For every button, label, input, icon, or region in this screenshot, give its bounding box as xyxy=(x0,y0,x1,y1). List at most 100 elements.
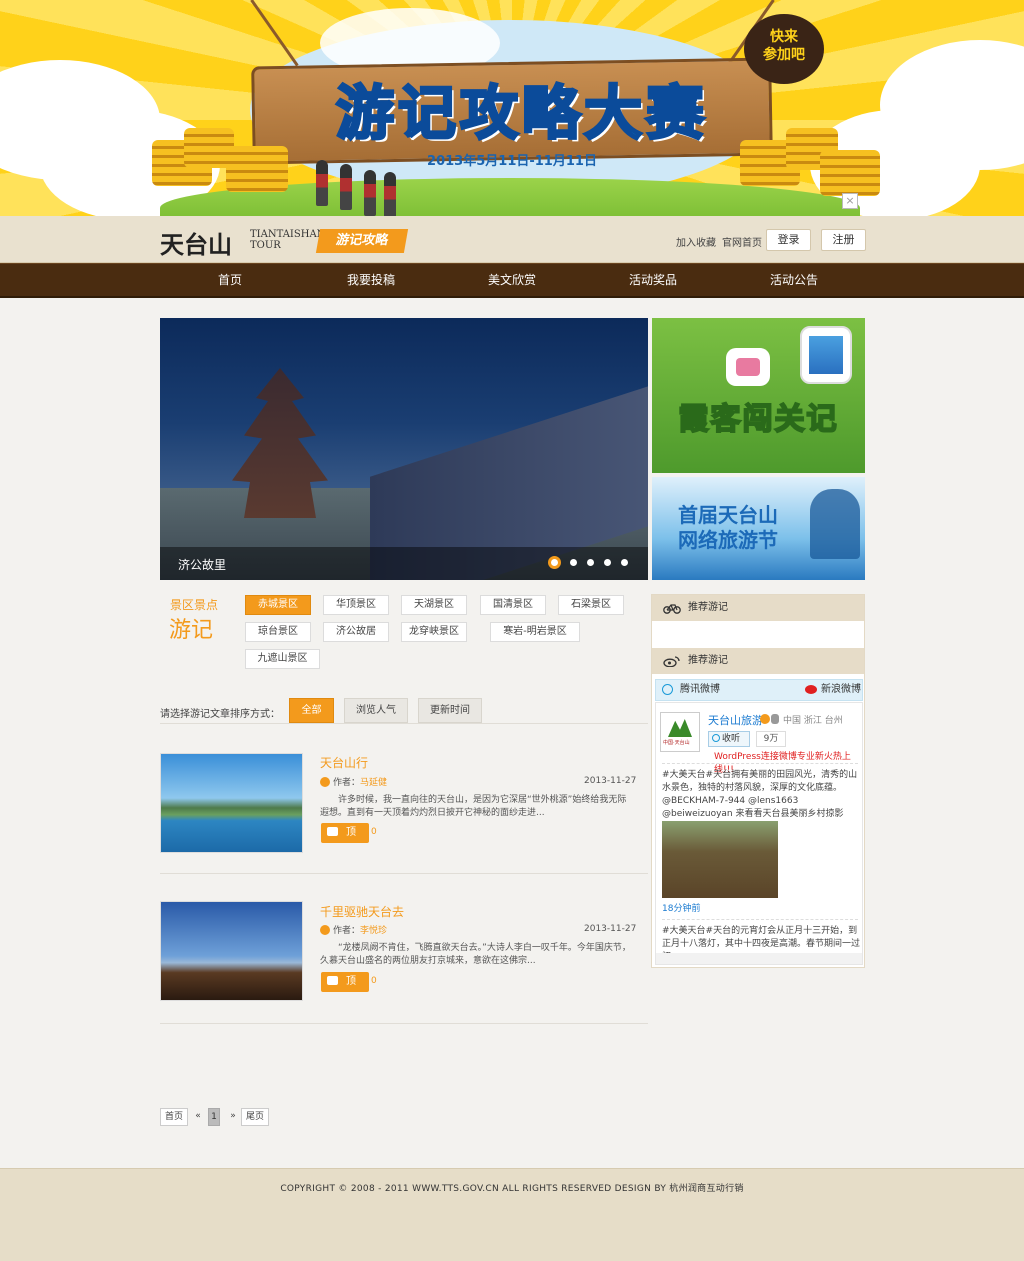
user-icon xyxy=(320,925,330,935)
tag-tianhu[interactable]: 天湖景区 xyxy=(401,595,467,615)
article-title[interactable]: 千里驱驰天台去 xyxy=(320,903,404,920)
page-last-button[interactable]: 尾页 xyxy=(241,1108,269,1126)
tab-tencent-weibo[interactable]: 腾讯微博 xyxy=(680,680,720,700)
image-slider[interactable]: 济公故里 xyxy=(160,318,648,580)
camera-icon xyxy=(726,348,770,386)
article-thumbnail[interactable] xyxy=(160,753,303,853)
bubble-line2: 参加吧 xyxy=(763,47,805,63)
follow-button[interactable]: 收听 xyxy=(708,731,750,747)
tag-chicheng[interactable]: 赤城景区 xyxy=(245,595,311,615)
slider-dot[interactable] xyxy=(587,559,594,566)
tag-guoqing[interactable]: 国清景区 xyxy=(480,595,546,615)
article-author[interactable]: 李悦珍 xyxy=(360,926,387,936)
promo-festival-banner[interactable]: 首届天台山 网络旅游节 xyxy=(652,477,865,580)
weibo-tabs: 腾讯微博 新浪微博 xyxy=(655,679,863,701)
slider-dot[interactable] xyxy=(570,559,577,566)
article-title[interactable]: 天台山行 xyxy=(320,754,368,771)
account-avatar[interactable]: 中国·天台山 xyxy=(660,712,700,752)
sidebar-head-label: 推荐游记 xyxy=(688,655,728,666)
article-author[interactable]: 马延健 xyxy=(360,778,387,788)
verified-badge-icon xyxy=(760,714,770,724)
contest-banner: 游记攻略大赛 2013年5月11日-11月11日 快来 参加吧 × xyxy=(0,0,1024,216)
author-label: 作者： xyxy=(333,926,361,936)
author-label: 作者： xyxy=(333,778,361,788)
slider-dot[interactable] xyxy=(621,559,628,566)
slider-caption: 济公故里 xyxy=(178,558,227,572)
register-button[interactable]: 注册 xyxy=(821,229,866,251)
page-prev-button[interactable]: « xyxy=(193,1108,203,1126)
thumbs-up-icon xyxy=(327,827,338,836)
sidebar-head-label: 推荐游记 xyxy=(688,602,728,613)
tag-shiliang[interactable]: 石梁景区 xyxy=(558,595,624,615)
scenic-label-small: 景区景点 xyxy=(170,598,219,612)
article-excerpt: “龙楼凤阙不肯住，飞腾直欲天台去。”大诗人李白一叹千年。今年国庆节，久慕天台山盛… xyxy=(320,943,631,966)
divider xyxy=(160,1023,648,1024)
tag-qiongtai[interactable]: 琼台景区 xyxy=(245,622,311,642)
sidebar-head-weibo: 推荐游记 xyxy=(652,648,864,674)
logo-en-line1: TIANTAISHAN xyxy=(250,229,326,240)
weibo-post-time[interactable]: 18分钟前 xyxy=(662,901,700,914)
slider-dot[interactable] xyxy=(604,559,611,566)
article-thumbnail[interactable] xyxy=(160,901,303,1001)
rope-left xyxy=(250,0,299,67)
tencent-weibo-icon xyxy=(662,684,673,695)
user-badge-icon xyxy=(771,714,779,724)
nav-item-home[interactable]: 首页 xyxy=(160,264,300,297)
feed-scroll-handle[interactable] xyxy=(656,953,862,964)
close-banner-button[interactable]: × xyxy=(842,193,858,209)
nav-item-articles[interactable]: 美文欣赏 xyxy=(442,264,582,297)
divider xyxy=(160,873,648,874)
tab-sina-weibo[interactable]: 新浪微博 xyxy=(821,680,861,700)
tag-hanyan[interactable]: 寒岩-明岩景区 xyxy=(490,622,580,642)
logo-english: TIANTAISHAN TOUR xyxy=(250,229,326,251)
weibo-feed[interactable]: 中国·天台山 天台山旅游 中国 浙江 台州 收听 9万 WordPress连接微… xyxy=(655,702,863,965)
sina-weibo-icon xyxy=(805,685,817,694)
bicycle-icon xyxy=(663,604,681,614)
site-footer: COPYRIGHT © 2008 - 2011 WWW.TTS.GOV.CN A… xyxy=(0,1168,1024,1261)
sort-popularity-button[interactable]: 浏览人气 xyxy=(344,698,408,723)
sort-all-button[interactable]: 全部 xyxy=(289,698,334,723)
hiker-silhouette xyxy=(810,489,860,559)
site-header: 天台山 TIANTAISHAN TOUR 游记攻略 加入收藏 官网首页 登录 注… xyxy=(0,216,1024,263)
like-label: 顶 xyxy=(346,976,356,987)
tag-longchuanxia[interactable]: 龙穿峡景区 xyxy=(401,622,467,642)
user-icon xyxy=(320,777,330,787)
divider xyxy=(160,723,648,724)
page-next-button[interactable]: » xyxy=(228,1108,238,1126)
account-name[interactable]: 天台山旅游 xyxy=(708,712,763,728)
article-excerpt: 许多时候，我一直向往的天台山，是因为它深居“世外桃源”始终给我无际遐想。直到有一… xyxy=(320,795,627,818)
slider-dot[interactable] xyxy=(548,556,561,569)
like-button[interactable]: 顶 xyxy=(321,972,369,992)
sidebar: 推荐游记 推荐游记 腾讯微博 新浪微博 中国·天台山 天台山旅游 中国 浙江 台… xyxy=(651,594,865,968)
article-date: 2013-11-27 xyxy=(584,924,637,934)
promo-game-banner[interactable]: 霞客闯关记 xyxy=(652,318,865,473)
page-first-button[interactable]: 首页 xyxy=(160,1108,188,1126)
sort-updated-button[interactable]: 更新时间 xyxy=(418,698,482,723)
tag-jigong[interactable]: 济公故居 xyxy=(323,622,389,642)
logo-chinese[interactable]: 天台山 xyxy=(160,225,232,260)
login-button[interactable]: 登录 xyxy=(766,229,811,251)
promo-game-title: 霞客闯关记 xyxy=(678,401,839,438)
hiker-figure xyxy=(384,172,396,216)
article-meta: 作者：李悦珍 xyxy=(320,923,387,936)
tablet-icon xyxy=(800,326,852,384)
add-favorite-link[interactable]: 加入收藏 xyxy=(676,234,716,249)
nav-item-submit[interactable]: 我要投稿 xyxy=(301,264,441,297)
nav-item-announcements[interactable]: 活动公告 xyxy=(724,264,864,297)
weibo-post-image[interactable] xyxy=(662,821,778,898)
page-current[interactable]: 1 xyxy=(208,1108,220,1126)
like-count: 0 xyxy=(371,976,377,986)
nav-item-prizes[interactable]: 活动奖品 xyxy=(583,264,723,297)
like-button[interactable]: 顶 xyxy=(321,823,369,843)
bubble-line1: 快来 xyxy=(770,29,798,45)
coin-stack-icon xyxy=(226,146,288,192)
logo-en-line2: TOUR xyxy=(250,240,281,251)
account-location: 中国 浙江 台州 xyxy=(783,716,843,726)
speech-bubble: 快来 参加吧 xyxy=(744,14,824,84)
weibo-icon xyxy=(663,656,680,667)
tag-jiuzheshan[interactable]: 九遮山景区 xyxy=(245,649,320,669)
tag-huading[interactable]: 华顶景区 xyxy=(323,595,389,615)
article-meta: 作者：马延健 xyxy=(320,775,387,788)
logo-tag: 游记攻略 xyxy=(315,229,409,253)
official-home-link[interactable]: 官网首页 xyxy=(722,234,762,249)
